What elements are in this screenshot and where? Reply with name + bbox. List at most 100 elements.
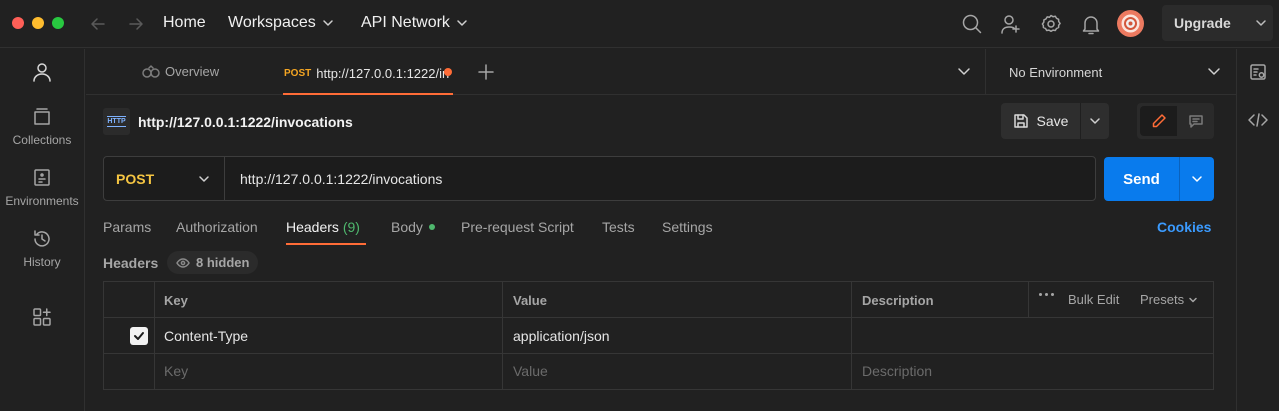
chevron-down-icon bbox=[198, 173, 210, 185]
save-options-chevron-icon[interactable] bbox=[1081, 103, 1109, 139]
sidebar-item-collections[interactable]: Collections bbox=[0, 106, 84, 147]
column-header-description: Description bbox=[862, 293, 934, 308]
tab-pre-request-script-label: Pre-request Script bbox=[461, 219, 574, 235]
body-indicator-dot bbox=[428, 224, 435, 230]
bulk-edit-button[interactable]: Bulk Edit bbox=[1068, 292, 1119, 307]
column-divider bbox=[1028, 282, 1029, 317]
tab-settings-label: Settings bbox=[662, 219, 713, 235]
new-tab-plus-icon[interactable] bbox=[478, 64, 494, 80]
overview-icon bbox=[142, 64, 160, 79]
save-button-group: Save bbox=[1001, 103, 1109, 139]
environment-selector[interactable]: No Environment bbox=[985, 49, 1236, 95]
tabs-dropdown-chevron-icon[interactable] bbox=[957, 66, 971, 78]
environment-quick-look-icon[interactable] bbox=[1249, 63, 1267, 81]
minimize-window-button[interactable] bbox=[32, 17, 44, 29]
save-icon bbox=[1013, 113, 1029, 129]
column-header-value: Value bbox=[513, 293, 547, 308]
hidden-headers-toggle[interactable]: 8 hidden bbox=[167, 251, 259, 274]
http-icon-text: HTTP bbox=[107, 116, 126, 127]
http-request-icon: HTTP bbox=[103, 108, 130, 135]
headers-table: Key Value Description Bulk Edit Presets … bbox=[103, 281, 1214, 390]
tab-settings[interactable]: Settings bbox=[662, 219, 713, 235]
hidden-headers-label: 8 hidden bbox=[196, 255, 250, 270]
tab-params-label: Params bbox=[103, 219, 152, 235]
tab-authorization-label: Authorization bbox=[176, 219, 258, 235]
upgrade-button[interactable]: Upgrade bbox=[1162, 5, 1273, 41]
tab-overview[interactable]: Overview bbox=[142, 64, 219, 79]
tab-body[interactable]: Body bbox=[391, 219, 435, 235]
maximize-window-button[interactable] bbox=[52, 17, 64, 29]
comments-button[interactable] bbox=[1177, 103, 1214, 139]
chevron-down-icon bbox=[1188, 295, 1198, 305]
request-title[interactable]: http://127.0.0.1:1222/invocations bbox=[138, 114, 353, 130]
method-label: POST bbox=[116, 170, 155, 187]
comment-icon bbox=[1188, 115, 1203, 128]
nav-home[interactable]: Home bbox=[163, 13, 206, 33]
nav-api-network-label: API Network bbox=[361, 14, 450, 31]
save-button[interactable]: Save bbox=[1001, 103, 1081, 139]
nav-workspaces-label: Workspaces bbox=[228, 14, 316, 31]
user-icon[interactable] bbox=[31, 61, 53, 83]
column-divider bbox=[851, 282, 852, 389]
save-button-label: Save bbox=[1036, 113, 1069, 129]
send-options-button[interactable] bbox=[1180, 157, 1214, 201]
tab-headers[interactable]: Headers (9) bbox=[286, 219, 366, 245]
close-window-button[interactable] bbox=[12, 17, 24, 29]
tab-authorization[interactable]: Authorization bbox=[176, 219, 258, 235]
chevron-down-icon bbox=[322, 17, 334, 29]
edit-mode-button[interactable] bbox=[1140, 106, 1177, 136]
row-divider bbox=[104, 317, 1213, 318]
add-app-icon[interactable] bbox=[31, 306, 53, 328]
environment-label: No Environment bbox=[1009, 65, 1103, 80]
tab-pre-request-script[interactable]: Pre-request Script bbox=[461, 219, 574, 235]
row-enabled-checkbox[interactable] bbox=[130, 327, 148, 345]
sidebar-item-history[interactable]: History bbox=[0, 228, 84, 269]
dot-icon bbox=[1039, 293, 1042, 296]
presets-dropdown[interactable]: Presets bbox=[1140, 292, 1198, 307]
url-input[interactable]: http://127.0.0.1:1222/invocations bbox=[240, 171, 442, 187]
invite-user-icon[interactable] bbox=[1000, 13, 1022, 35]
right-rail bbox=[1236, 49, 1279, 411]
presets-label: Presets bbox=[1140, 292, 1185, 307]
new-value-input[interactable]: Value bbox=[513, 363, 548, 379]
header-value-cell[interactable]: application/json bbox=[513, 328, 610, 344]
new-description-input[interactable]: Description bbox=[862, 363, 932, 379]
cookies-link[interactable]: Cookies bbox=[1157, 219, 1211, 235]
bell-icon[interactable] bbox=[1080, 13, 1102, 35]
column-header-key: Key bbox=[164, 293, 188, 308]
history-icon bbox=[31, 228, 53, 250]
tab-overview-label: Overview bbox=[165, 64, 220, 79]
collections-icon bbox=[31, 106, 53, 128]
request-url-bar: POST http://127.0.0.1:1222/invocations bbox=[103, 156, 1096, 201]
unsaved-dot bbox=[444, 68, 452, 76]
tab-tests[interactable]: Tests bbox=[602, 219, 635, 235]
tab-method-badge: POST bbox=[284, 68, 312, 79]
tab-active-request[interactable]: POST http://127.0.0.1:1222/in bbox=[283, 49, 453, 95]
avatar[interactable] bbox=[1117, 10, 1144, 37]
new-key-input[interactable]: Key bbox=[164, 363, 188, 379]
code-icon[interactable] bbox=[1248, 112, 1268, 128]
search-icon[interactable] bbox=[961, 13, 983, 35]
more-options-button[interactable] bbox=[1039, 293, 1054, 296]
chevron-down-icon bbox=[1207, 66, 1221, 78]
method-select[interactable]: POST bbox=[104, 157, 225, 200]
dot-icon bbox=[1051, 293, 1054, 296]
upgrade-label: Upgrade bbox=[1174, 15, 1231, 31]
tab-params[interactable]: Params bbox=[103, 219, 151, 235]
chevron-down-icon bbox=[1192, 176, 1202, 182]
header-key-cell[interactable]: Content-Type bbox=[164, 328, 248, 344]
row-divider bbox=[104, 353, 1213, 354]
back-arrow-icon[interactable] bbox=[88, 14, 108, 34]
gear-icon[interactable] bbox=[1040, 13, 1062, 35]
checkmark-icon bbox=[134, 332, 144, 340]
left-sidebar: Collections Environments History bbox=[0, 49, 85, 411]
sidebar-item-environments[interactable]: Environments bbox=[0, 167, 84, 208]
forward-arrow-icon[interactable] bbox=[126, 14, 146, 34]
nav-api-network[interactable]: API Network bbox=[361, 13, 468, 33]
environments-icon bbox=[31, 167, 53, 189]
send-button[interactable]: Send bbox=[1104, 157, 1180, 201]
view-mode-toggle bbox=[1137, 103, 1214, 139]
chevron-down-icon bbox=[456, 17, 468, 29]
nav-workspaces[interactable]: Workspaces bbox=[228, 13, 334, 33]
tab-bar: Overview POST http://127.0.0.1:1222/in N… bbox=[86, 49, 1236, 95]
